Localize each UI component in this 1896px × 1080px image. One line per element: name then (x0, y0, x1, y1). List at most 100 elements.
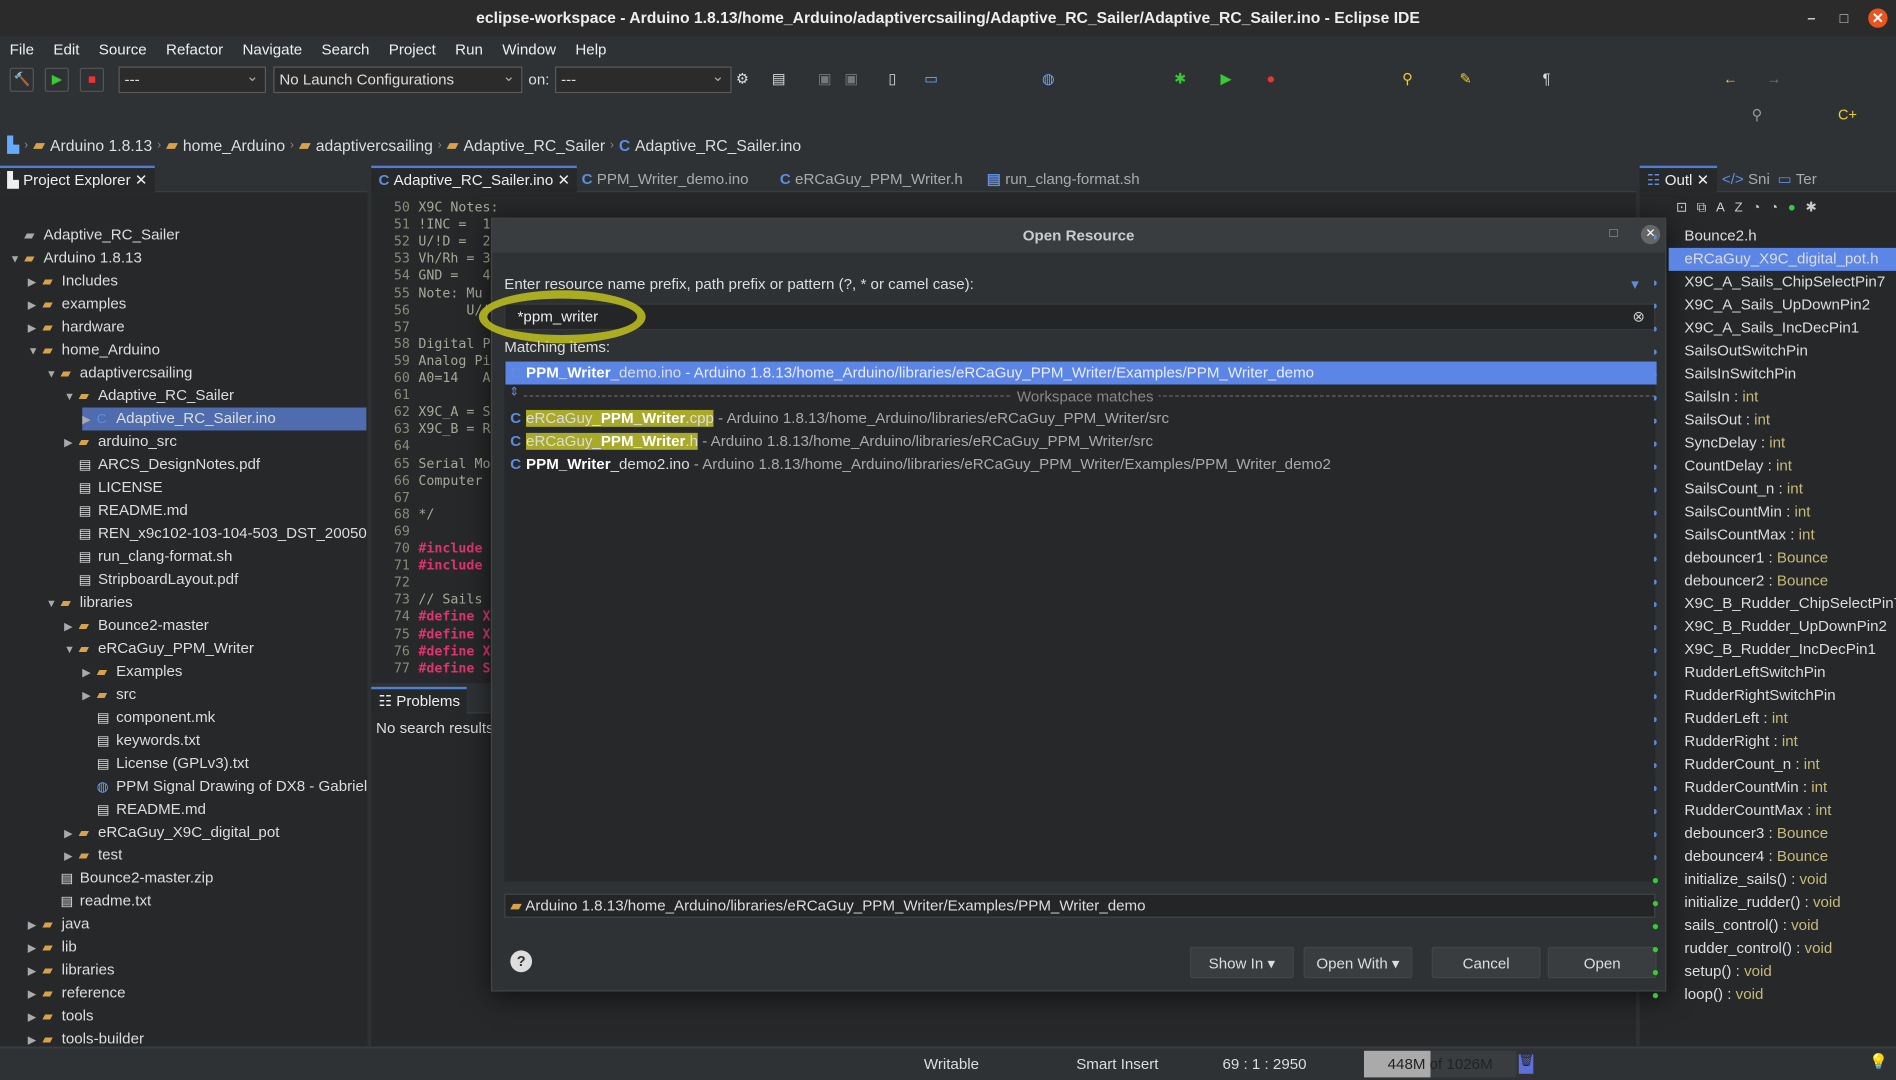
outline-item[interactable]: ◗ SailsInSwitchPin (1652, 363, 1796, 386)
save-icon[interactable]: ▣ (816, 70, 833, 87)
expand-toggle-icon[interactable]: ▼ (46, 593, 61, 616)
expand-toggle-icon[interactable]: ▶ (64, 845, 79, 868)
expand-toggle-icon[interactable]: ▶ (82, 684, 97, 707)
search-icon[interactable]: ⚲ (1399, 70, 1416, 87)
highlight-icon[interactable]: ✎ (1457, 70, 1474, 87)
tree-item[interactable]: ▤ LICENSE (64, 476, 163, 499)
dropdown-menu-icon[interactable]: ▾ (1631, 274, 1639, 293)
outline-item[interactable]: ◗ RudderRightSwitchPin (1652, 684, 1836, 707)
tree-item[interactable]: ▼ ▰ libraries (46, 591, 133, 614)
outline-item[interactable]: ◗ X9C_B_Rudder_ChipSelectPin7 (1652, 593, 1896, 616)
outline-item[interactable]: ● rudder_control() : void (1652, 937, 1833, 960)
tree-item[interactable]: ▶ ▰ hardware (28, 316, 125, 339)
result-item[interactable]: CeRCaGuy_PPM_Writer.h - Arduino 1.8.13/h… (505, 430, 1656, 453)
new-icon[interactable]: ▤ (770, 70, 787, 87)
outline-item[interactable]: ◗ X9C_A_Sails_ChipSelectPin7 (1652, 271, 1885, 294)
outline-item[interactable]: ◗ debouncer2 : Bounce (1652, 570, 1828, 593)
tree-item[interactable]: ▼ ▰ Arduino 1.8.13 (10, 247, 142, 270)
external-tools-icon[interactable]: ● (1262, 70, 1279, 87)
launch-configuration-combo[interactable]: No Launch Configurations (273, 64, 523, 94)
tree-item[interactable]: ▰ Adaptive_RC_Sailer (10, 224, 180, 247)
hide-nonpublic-icon[interactable]: ● (1788, 201, 1806, 216)
collapse-all-icon[interactable]: ⧉ (1697, 201, 1716, 216)
outline-item[interactable]: ◗ RudderCountMax : int (1652, 799, 1832, 822)
outline-item[interactable]: ◗ SailsCountMax : int (1652, 524, 1815, 547)
tree-item[interactable]: ▶ ▰ reference (28, 982, 126, 1005)
debug-bug-icon[interactable]: ✱ (1172, 70, 1189, 87)
tab-outl[interactable]: ☷ Outl ✕ (1639, 165, 1717, 193)
show-in-button[interactable]: Show In ▾ (1189, 946, 1294, 979)
outline-item[interactable]: ◗ RudderRight : int (1652, 730, 1798, 753)
outline-item[interactable]: ◗ X9C_B_Rudder_UpDownPin2 (1652, 615, 1887, 638)
tab-problems[interactable]: ☷ Problems (371, 686, 468, 714)
tree-item[interactable]: ▶ ▰ lib (28, 936, 77, 959)
expand-toggle-icon[interactable]: ▶ (64, 615, 79, 638)
outline-item[interactable]: ● loop() : void (1652, 983, 1764, 1006)
cancel-button[interactable]: Cancel (1431, 946, 1541, 979)
menu-window[interactable]: Window (493, 36, 566, 63)
garbage-collect-icon[interactable]: 🗑 (1518, 1054, 1534, 1074)
menu-search[interactable]: Search (312, 36, 379, 63)
lightbulb-icon[interactable]: 💡 (1869, 1053, 1888, 1071)
tree-item[interactable]: ▤ License (GPLv3).txt (82, 752, 249, 775)
menu-source[interactable]: Source (89, 36, 156, 63)
menu-file[interactable]: File (0, 36, 44, 63)
expand-collapse-icon[interactable]: ⇕ (509, 386, 519, 399)
tab-ter[interactable]: ▭ Ter (1770, 166, 1824, 193)
outline-item[interactable]: ◗ SailsIn : int (1652, 386, 1759, 409)
focus-icon[interactable]: ⊡ (1676, 201, 1697, 216)
outline-item[interactable]: ◗ X9C_A_Sails_UpDownPin2 (1652, 294, 1870, 317)
menu-navigate[interactable]: Navigate (233, 36, 312, 63)
tree-item[interactable]: ▤ keywords.txt (82, 729, 200, 752)
expand-toggle-icon[interactable]: ▼ (64, 386, 79, 409)
expand-toggle-icon[interactable]: ▼ (64, 638, 79, 661)
tree-item[interactable]: ▤ component.mk (82, 706, 215, 729)
outline-item[interactable]: ◗ debouncer4 : Bounce (1652, 845, 1828, 868)
expand-toggle-icon[interactable]: ▶ (28, 937, 43, 960)
minimize-button[interactable]: – (1802, 8, 1821, 27)
expand-toggle-icon[interactable]: ▼ (46, 363, 61, 386)
menu-help[interactable]: Help (566, 36, 616, 63)
expand-toggle-icon[interactable]: ▶ (28, 271, 43, 294)
breadcrumb-item[interactable]: adaptivercsailing (316, 136, 433, 154)
expand-toggle-icon[interactable]: ▶ (28, 914, 43, 937)
outline-item[interactable]: eRCaGuy_X9C_digital_pot.h (1668, 247, 1896, 271)
outline-item[interactable]: ◗ RudderCountMin : int (1652, 776, 1827, 799)
run-icon[interactable]: ▶ (44, 67, 69, 92)
tree-item[interactable]: ▶ ▰ tools-builder (28, 1028, 144, 1046)
stop-icon[interactable]: ■ (79, 67, 104, 92)
breadcrumb-item[interactable]: Adaptive_RC_Sailer.ino (635, 136, 801, 154)
expand-toggle-icon[interactable]: ▶ (28, 1029, 43, 1046)
outline-item[interactable]: ◗ RudderLeftSwitchPin (1652, 661, 1826, 684)
expand-toggle-icon[interactable]: ▶ (28, 1006, 43, 1029)
dialog-maximize-button[interactable]: □ (1609, 226, 1617, 241)
outline-item[interactable]: ● initialize_sails() : void (1652, 868, 1827, 891)
open-with-button[interactable]: Open With ▾ (1303, 946, 1413, 979)
menu-refactor[interactable]: Refactor (156, 36, 232, 63)
tree-item[interactable]: ▶ ▰ java (28, 913, 90, 936)
code-editor[interactable]: 50 X9C Notes: 51 !INC = 1 52 U/!D = 2 53 Vh/Rh … (371, 195, 499, 684)
properties-icon[interactable]: ▯ (884, 70, 901, 87)
menu-edit[interactable]: Edit (44, 36, 89, 63)
tab-ppm-writer-demo-ino[interactable]: C PPM_Writer_demo.ino (574, 166, 755, 193)
expand-toggle-icon[interactable]: ▶ (28, 294, 43, 317)
pattern-input[interactable]: *ppm_writer ⊗ (478, 290, 1656, 344)
outline-item[interactable]: ◗ Bounce2.h (1652, 225, 1757, 248)
expand-toggle-icon[interactable]: ▶ (82, 661, 97, 684)
tab-run-clang-format-sh[interactable]: ▤ run_clang-format.sh (979, 166, 1146, 193)
hide-static-icon[interactable]: ◔ (1770, 201, 1788, 216)
tree-item[interactable]: ▶ C Adaptive_RC_Sailer.ino (82, 407, 367, 431)
close-tab-icon[interactable]: ✕ (1692, 172, 1710, 189)
tree-item[interactable]: ▤ Bounce2-master.zip (46, 867, 213, 890)
tree-item[interactable]: ◍ PPM Signal Drawing of DX8 - Gabriel St (82, 775, 368, 798)
clear-input-icon[interactable]: ⊗ (1632, 307, 1645, 325)
search-icon[interactable]: ⚲ (1749, 106, 1766, 123)
result-item[interactable]: C PPM_Writer_demo2.ino - Arduino 1.8.13/h… (505, 453, 1656, 476)
expand-toggle-icon[interactable]: ▶ (64, 822, 79, 845)
outline-item[interactable]: ◗ SailsOutSwitchPin (1652, 340, 1808, 363)
outline-item[interactable]: ● initialize_rudder() : void (1652, 891, 1841, 914)
maximize-button[interactable]: □ (1834, 8, 1853, 27)
tree-item[interactable]: ▤ readme.txt (46, 890, 151, 913)
tab-sni[interactable]: </> Sni (1715, 166, 1777, 193)
show-whitespace-icon[interactable]: ¶ (1538, 70, 1555, 87)
